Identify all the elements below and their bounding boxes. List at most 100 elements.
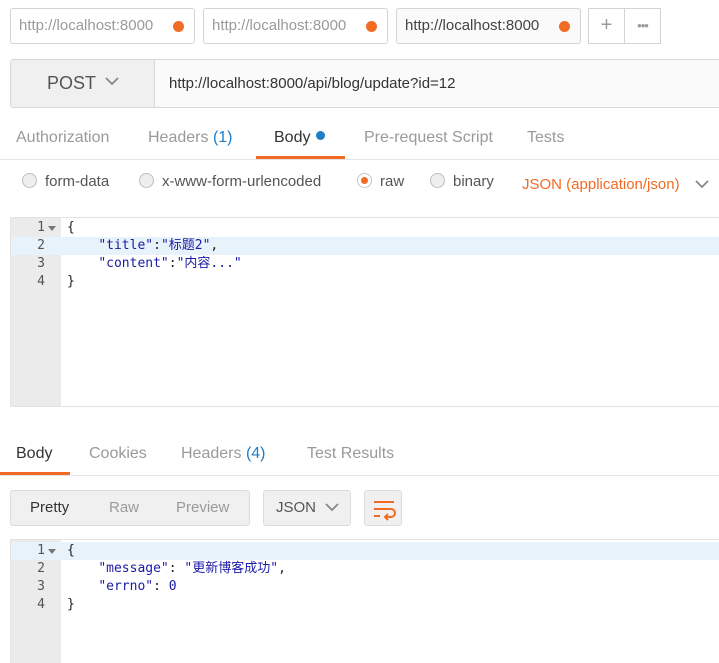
- json-key: "message": [98, 561, 169, 576]
- radio-label: binary: [453, 173, 494, 190]
- unsaved-dot-icon: [173, 21, 184, 32]
- new-tab-button[interactable]: +: [588, 8, 625, 44]
- request-section-tabs: Authorization Headers (1) Body Pre-reque…: [0, 118, 719, 160]
- pretty-button[interactable]: Pretty: [30, 499, 69, 516]
- json-key: "title": [98, 238, 154, 253]
- url-input[interactable]: [169, 60, 709, 107]
- method-select[interactable]: POST: [11, 60, 155, 107]
- wrap-lines-icon: [374, 501, 396, 521]
- view-mode-toggle: Pretty Raw Preview: [10, 490, 250, 526]
- url-bar: POST: [10, 59, 719, 108]
- active-tab-indicator: [256, 156, 345, 159]
- code-line: 3 "content":"内容...": [11, 255, 719, 273]
- tab-pre-request-script[interactable]: Pre-request Script: [364, 129, 493, 147]
- fold-arrow-icon[interactable]: [48, 549, 56, 554]
- tab-cookies[interactable]: Cookies: [89, 445, 147, 463]
- more-tabs-button[interactable]: •••: [624, 8, 661, 44]
- request-tab-1[interactable]: http://localhost:8000: [10, 8, 195, 44]
- content-type-label: JSON (application/json): [522, 176, 680, 193]
- headers-count-badge: (4): [245, 445, 266, 462]
- radio-raw[interactable]: raw: [357, 173, 404, 190]
- code-line: 4 }: [11, 596, 719, 614]
- json-key: "errno": [98, 579, 154, 594]
- code-text: }: [67, 597, 75, 612]
- line-number: 1: [37, 220, 45, 235]
- tab-label: Tests: [527, 129, 565, 146]
- radio-icon: [430, 173, 445, 188]
- wrap-lines-button[interactable]: [364, 490, 402, 526]
- json-string: "内容...": [176, 256, 242, 271]
- json-key: "content": [98, 256, 169, 271]
- more-dots-icon: •••: [637, 18, 649, 33]
- code-text: "title":"标题2",: [98, 238, 219, 253]
- code-line: 3 "errno": 0: [11, 578, 719, 596]
- code-line-active: 2 "title":"标题2",: [11, 237, 719, 255]
- unsaved-dot-icon: [366, 21, 377, 32]
- content-type-select[interactable]: JSON (application/json): [522, 176, 709, 193]
- unsaved-dot-icon: [559, 21, 570, 32]
- tab-label: Test Results: [307, 445, 395, 462]
- request-tab-bar: http://localhost:8000 http://localhost:8…: [0, 0, 719, 50]
- json-string: "标题2": [160, 238, 211, 253]
- radio-checked-icon: [357, 173, 372, 188]
- line-number: 3: [37, 256, 45, 271]
- code-line: 2 "message": "更新博客成功",: [11, 560, 719, 578]
- code-text: "errno": 0: [98, 579, 177, 594]
- active-tab-indicator: [0, 472, 70, 475]
- tab-label: Pre-request Script: [364, 129, 493, 146]
- request-tab-label: http://localhost:8000: [405, 17, 540, 34]
- tab-tests[interactable]: Tests: [527, 129, 564, 147]
- code-text: }: [67, 274, 75, 289]
- radio-urlencoded[interactable]: x-www-form-urlencoded: [139, 173, 321, 190]
- tab-label: Authorization: [16, 129, 110, 146]
- method-label: POST: [47, 73, 97, 93]
- line-number: 1: [37, 543, 45, 558]
- json-string: "更新博客成功": [184, 561, 279, 576]
- plus-icon: +: [600, 14, 613, 36]
- tab-label: Headers: [148, 129, 209, 146]
- code-text: {: [67, 543, 75, 558]
- request-tab-3[interactable]: http://localhost:8000: [396, 8, 581, 44]
- request-body-editor[interactable]: 1 { 2 "title":"标题2", 3 "content":"内容..."…: [10, 217, 719, 407]
- body-mode-row: form-data x-www-form-urlencoded raw bina…: [0, 168, 719, 200]
- response-body-viewer[interactable]: 1 { 2 "message": "更新博客成功", 3 "errno": 0 …: [10, 539, 719, 663]
- radio-icon: [139, 173, 154, 188]
- chevron-down-icon: [695, 180, 709, 189]
- line-number: 4: [37, 274, 45, 289]
- code-text: "message": "更新博客成功",: [98, 561, 286, 576]
- code-text: {: [67, 220, 75, 235]
- tab-label: Body: [16, 445, 53, 462]
- tab-label: Cookies: [89, 445, 147, 462]
- tab-headers[interactable]: Headers (1): [148, 129, 233, 147]
- tab-body[interactable]: Body: [274, 129, 326, 147]
- radio-label: raw: [380, 173, 405, 190]
- radio-label: x-www-form-urlencoded: [162, 173, 322, 190]
- tab-label: Body: [274, 129, 311, 146]
- tab-label: Headers: [181, 445, 242, 462]
- line-number: 3: [37, 579, 45, 594]
- headers-count-badge: (1): [212, 129, 233, 146]
- response-format-select[interactable]: JSON: [263, 490, 351, 526]
- tab-authorization[interactable]: Authorization: [16, 129, 109, 147]
- line-number: 2: [37, 561, 45, 576]
- modified-dot-icon: [316, 131, 326, 140]
- fold-arrow-icon[interactable]: [48, 226, 56, 231]
- format-label: JSON: [276, 499, 317, 516]
- radio-form-data[interactable]: form-data: [22, 173, 109, 190]
- code-line: 1 {: [11, 219, 719, 237]
- chevron-down-icon: [105, 77, 119, 86]
- radio-binary[interactable]: binary: [430, 173, 494, 190]
- code-line: 4 }: [11, 273, 719, 291]
- raw-button[interactable]: Raw: [109, 499, 139, 516]
- tab-response-headers[interactable]: Headers (4): [181, 445, 266, 463]
- request-tab-label: http://localhost:8000: [19, 17, 154, 34]
- line-number: 2: [37, 238, 45, 253]
- response-section-tabs: Body Cookies Headers (4) Test Results: [0, 434, 719, 476]
- tab-test-results[interactable]: Test Results: [307, 445, 394, 463]
- tab-response-body[interactable]: Body: [16, 445, 52, 463]
- response-toolbar: Pretty Raw Preview JSON: [0, 488, 719, 528]
- line-number: 4: [37, 597, 45, 612]
- request-tab-2[interactable]: http://localhost:8000: [203, 8, 388, 44]
- preview-button[interactable]: Preview: [176, 499, 229, 516]
- code-text: "content":"内容...": [98, 256, 242, 271]
